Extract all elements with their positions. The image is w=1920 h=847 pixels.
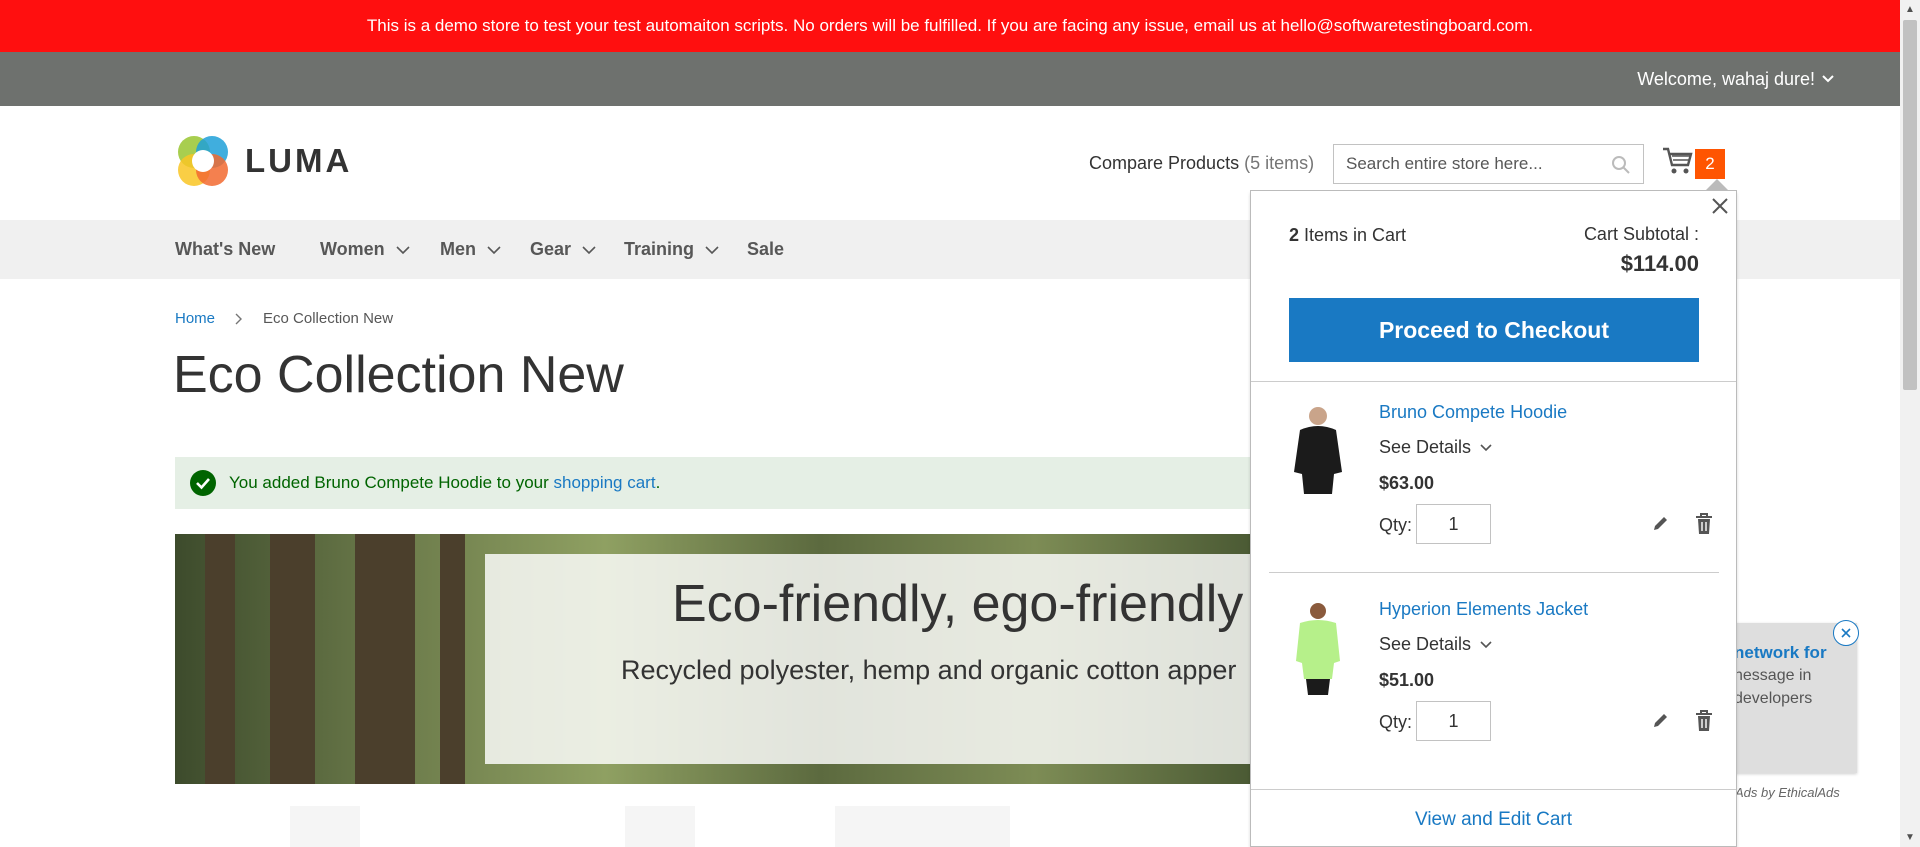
cart-subtotal-label: Cart Subtotal : (1583, 224, 1699, 244)
message-suffix: . (655, 473, 661, 492)
message-text: You added Bruno Compete Hoodie to your (229, 473, 549, 492)
cart-icon[interactable] (1662, 146, 1694, 176)
ad-credit[interactable]: Ads by EthicalAds (1735, 785, 1840, 800)
proceed-to-checkout-button[interactable]: Proceed to Checkout (1289, 298, 1699, 362)
demo-notice-text: This is a demo store to test your test a… (366, 16, 1534, 35)
ethical-ad[interactable]: network for nessage in developers (1720, 623, 1857, 773)
logo-text: LUMA (245, 142, 353, 179)
product-price: $51.00 (1379, 670, 1435, 690)
shopping-cart-link[interactable]: shopping cart (554, 473, 656, 493)
divider (1269, 572, 1719, 573)
chevron-right-icon (235, 313, 243, 324)
product-image-preview[interactable] (625, 806, 695, 847)
items-count-number: 2 (1289, 225, 1300, 245)
see-details-label: See Details (1379, 634, 1472, 654)
checkmark-circle-icon (190, 470, 216, 496)
view-and-edit-cart-link[interactable]: View and Edit Cart (1251, 809, 1736, 831)
scroll-down-icon[interactable]: ▼ (1905, 832, 1915, 843)
chevron-down-icon (1480, 640, 1492, 648)
page-scrollbar[interactable]: ▲ ▼ (1900, 0, 1920, 847)
breadcrumb-home-link[interactable]: Home (175, 310, 215, 327)
chevron-down-icon (1480, 443, 1492, 451)
product-image-preview[interactable] (290, 806, 360, 847)
product-name-link[interactable]: Bruno Compete Hoodie (1379, 402, 1567, 423)
chevron-down-icon (1822, 75, 1834, 83)
compare-products-link[interactable]: Compare Products (5 items) (1089, 153, 1314, 174)
chevron-down-icon (396, 245, 410, 254)
nav-item-label: Gear (530, 239, 572, 259)
customer-menu-toggle[interactable]: Welcome, wahaj dure! (1637, 52, 1835, 106)
product-thumbnail[interactable] (1286, 599, 1351, 699)
ad-headline: network for (1734, 643, 1827, 662)
chevron-down-icon (487, 245, 501, 254)
tree-trunk (270, 534, 315, 784)
breadcrumb: Home Eco Collection New (175, 310, 393, 327)
banner-title: Eco-friendly, ego-friendly (672, 575, 1244, 633)
logo[interactable]: LUMA (175, 133, 352, 189)
close-icon (1841, 628, 1851, 638)
trash-icon[interactable] (1694, 709, 1714, 733)
nav-item-label: Training (624, 239, 695, 259)
tree-trunk (205, 534, 235, 784)
cart-subtotal-value: $114.00 (1620, 251, 1699, 276)
page-title: Eco Collection New (173, 346, 624, 404)
compare-count: (5 items) (1244, 153, 1315, 173)
demo-notice-bar: This is a demo store to test your test a… (0, 0, 1900, 52)
divider (1251, 789, 1736, 790)
see-details-toggle[interactable]: See Details (1379, 437, 1493, 458)
nav-item-label: Men (440, 239, 476, 259)
product-name-link[interactable]: Hyperion Elements Jacket (1379, 599, 1588, 620)
nav-item-training[interactable]: Training (624, 220, 720, 279)
see-details-label: See Details (1379, 437, 1472, 457)
pencil-icon[interactable] (1651, 515, 1669, 533)
scrollbar-thumb[interactable] (1903, 20, 1917, 390)
qty-input[interactable] (1416, 701, 1491, 741)
tree-trunk (355, 534, 415, 784)
breadcrumb-current: Eco Collection New (263, 310, 394, 327)
items-count-label: Items in Cart (1304, 225, 1407, 245)
eco-banner[interactable]: Eco-friendly, ego-friendly Recycled poly… (175, 534, 1250, 784)
product-thumbnail[interactable] (1286, 402, 1351, 502)
banner-subtitle: Recycled polyester, hemp and organic cot… (621, 655, 1237, 685)
nav-item-gear[interactable]: Gear (530, 220, 597, 279)
trash-icon[interactable] (1694, 512, 1714, 536)
see-details-toggle[interactable]: See Details (1379, 634, 1493, 655)
banner-text-panel: Eco-friendly, ego-friendly Recycled poly… (485, 554, 1250, 764)
search-box (1333, 144, 1644, 184)
close-icon[interactable] (1709, 195, 1731, 217)
nav-item-men[interactable]: Men (440, 220, 502, 279)
nav-item-sale[interactable]: Sale (747, 220, 784, 279)
qty-input[interactable] (1416, 504, 1491, 544)
nav-item-label: Women (320, 239, 385, 259)
qty-label: Qty: (1379, 712, 1413, 732)
top-bar: Welcome, wahaj dure! (0, 52, 1900, 106)
chevron-down-icon (582, 245, 596, 254)
ad-text-line: developers (1734, 690, 1813, 707)
product-price: $63.00 (1379, 473, 1435, 493)
search-input[interactable] (1334, 153, 1618, 175)
nav-item-label: Sale (747, 239, 785, 259)
minicart-item: Bruno Compete Hoodie See Details $63.00 … (1251, 382, 1736, 578)
scroll-up-icon[interactable]: ▲ (1905, 4, 1915, 15)
qty-label: Qty: (1379, 515, 1413, 535)
nav-item-whats-new[interactable]: What's New (175, 220, 275, 279)
nav-item-women[interactable]: Women (320, 220, 411, 279)
compare-label: Compare Products (1089, 153, 1240, 173)
welcome-text: Welcome, wahaj dure! (1637, 68, 1815, 89)
ad-close-button[interactable] (1833, 620, 1859, 646)
pencil-icon[interactable] (1651, 712, 1669, 730)
minicart-items-count: 2 Items in Cart (1289, 225, 1406, 246)
nav-item-label: What's New (175, 239, 276, 259)
ad-text-line: nessage in (1734, 667, 1812, 684)
chevron-down-icon (705, 245, 719, 254)
search-icon[interactable] (1611, 155, 1631, 175)
product-image-preview[interactable] (835, 806, 1010, 847)
cart-count-badge[interactable]: 2 (1695, 149, 1725, 179)
minicart-item: Hyperion Elements Jacket See Details $51… (1251, 579, 1736, 775)
luma-logo-icon (178, 136, 228, 186)
success-message: You added Bruno Compete Hoodie to your s… (175, 457, 1250, 509)
tree-trunk (440, 534, 465, 784)
minicart-dropdown: 2 Items in Cart Cart Subtotal : $114.00 … (1250, 179, 1737, 847)
